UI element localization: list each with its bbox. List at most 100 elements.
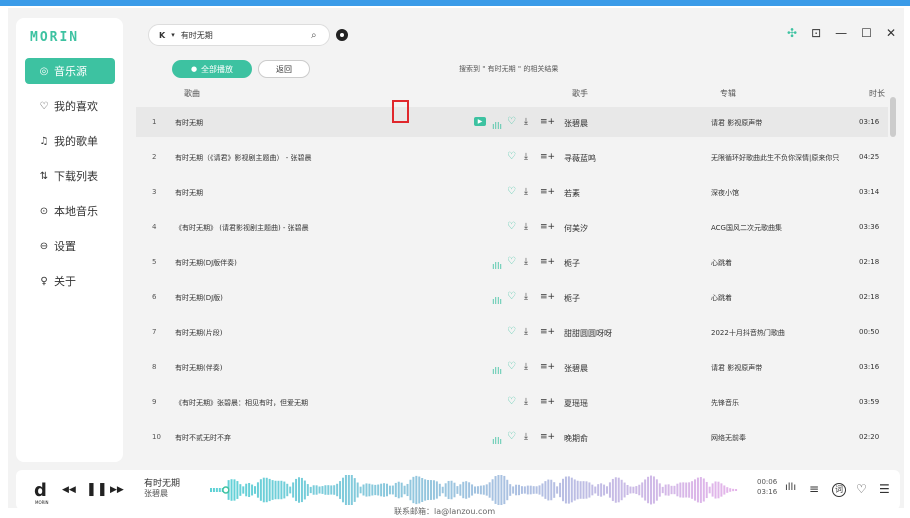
download-icon[interactable]: ⤓ bbox=[524, 360, 528, 374]
sidebar-item-settings[interactable]: ⊖ 设置 bbox=[25, 233, 115, 259]
song-artist[interactable]: 栀子 bbox=[564, 293, 580, 304]
song-album[interactable]: 网络无前奉 bbox=[711, 433, 746, 443]
song-title[interactable]: 有时无期(片段) bbox=[175, 328, 222, 338]
song-artist[interactable]: 甜甜圆圆呀呀 bbox=[564, 328, 612, 339]
song-album[interactable]: 心跳着 bbox=[711, 258, 732, 268]
search-box[interactable]: K ▾ 有时无期 ⌕ bbox=[148, 24, 330, 46]
record-icon[interactable] bbox=[336, 29, 348, 41]
source-selector[interactable]: K bbox=[149, 31, 171, 40]
song-title[interactable]: 有时无期(DJ版伴奏) bbox=[175, 258, 237, 268]
add-to-playlist-icon[interactable]: ≡+ bbox=[540, 325, 555, 339]
table-row[interactable]: 5 有时无期(DJ版伴奏) ıllı ♡ ⤓ ≡+ 栀子 心跳着 02:18 bbox=[136, 247, 888, 277]
close-button[interactable]: ✕ bbox=[886, 26, 896, 40]
table-row[interactable]: 1 有时无期 ▶ ıllı ♡ ⤓ ≡+ 张碧晨 请君 影视原声带 03:16 bbox=[136, 107, 888, 137]
song-artist[interactable]: 栀子 bbox=[564, 258, 580, 269]
table-row[interactable]: 7 有时无期(片段) ♡ ⤓ ≡+ 甜甜圆圆呀呀 2022十月抖音热门歌曲 00:50 bbox=[136, 317, 888, 347]
download-icon[interactable]: ⤓ bbox=[524, 150, 528, 164]
song-title[interactable]: 有时不贰无时不弃 bbox=[175, 433, 231, 443]
add-to-playlist-icon[interactable]: ≡+ bbox=[540, 185, 555, 199]
download-icon[interactable]: ⤓ bbox=[524, 395, 528, 409]
download-icon[interactable]: ⤓ bbox=[524, 430, 528, 444]
minimize-button[interactable]: — bbox=[835, 26, 847, 40]
add-to-playlist-icon[interactable]: ≡+ bbox=[540, 430, 555, 444]
song-album[interactable]: 2022十月抖音热门歌曲 bbox=[711, 328, 785, 338]
song-artist[interactable]: 夏瑶瑶 bbox=[564, 398, 588, 409]
add-to-playlist-icon[interactable]: ≡+ bbox=[540, 290, 555, 304]
add-to-playlist-icon[interactable]: ≡+ bbox=[540, 115, 555, 129]
table-row[interactable]: 11《有时无期》张碧晨♡⤓≡+李莉莉开心推荐精选03:06 bbox=[136, 457, 888, 462]
download-icon[interactable]: ⤓ bbox=[524, 115, 528, 129]
cover-logo[interactable]: d bbox=[34, 480, 47, 501]
song-album[interactable]: 心跳着 bbox=[711, 293, 732, 303]
prev-button[interactable]: ◀◀ bbox=[62, 485, 76, 495]
song-artist[interactable]: 何美汐 bbox=[564, 223, 588, 234]
back-button[interactable]: 返回 bbox=[258, 60, 310, 78]
song-artist[interactable]: 张碧晨 bbox=[564, 363, 588, 374]
waveform-progress[interactable] bbox=[204, 475, 744, 505]
add-to-playlist-icon[interactable]: ≡+ bbox=[540, 150, 555, 164]
scrollbar[interactable] bbox=[890, 97, 896, 137]
sidebar-item-local-music[interactable]: ⊙ 本地音乐 bbox=[25, 198, 115, 224]
download-icon[interactable]: ⤓ bbox=[524, 220, 528, 234]
chevron-down-icon[interactable]: ▾ bbox=[171, 31, 175, 39]
heart-icon[interactable]: ♡ bbox=[507, 395, 516, 409]
table-row[interactable]: 3 有时无期 ♡ ⤓ ≡+ 若素 深夜小馆 03:14 bbox=[136, 177, 888, 207]
song-album[interactable]: 先锋音乐 bbox=[711, 398, 739, 408]
song-artist[interactable]: 寻薇蓝鸣 bbox=[564, 153, 596, 164]
add-to-playlist-icon[interactable]: ≡+ bbox=[540, 395, 555, 409]
mini-mode-icon[interactable]: ⊡ bbox=[811, 26, 821, 40]
next-button[interactable]: ▶▶ bbox=[110, 485, 124, 495]
download-icon[interactable]: ⤓ bbox=[524, 255, 528, 269]
heart-icon[interactable]: ♡ bbox=[507, 150, 516, 164]
song-title[interactable]: 有时无期（《请君》影视剧主题曲） - 张碧晨 bbox=[175, 153, 311, 163]
song-album[interactable]: 请君 影视原声带 bbox=[711, 363, 762, 373]
menu-icon[interactable]: ☰ bbox=[879, 482, 890, 496]
song-artist[interactable]: 晚期俞 bbox=[564, 433, 588, 444]
heart-icon[interactable]: ♡ bbox=[507, 115, 516, 129]
table-row[interactable]: 4 《有时无期》 (请君影视剧主题曲) - 张碧晨 ♡ ⤓ ≡+ 何美汐 ACG国风二次元歌… bbox=[136, 212, 888, 242]
song-title[interactable]: 有时无期(DJ版) bbox=[175, 293, 223, 303]
heart-icon[interactable]: ♡ bbox=[507, 220, 516, 234]
sidebar-item-music-source[interactable]: ◎ 音乐源 bbox=[25, 58, 115, 84]
heart-icon[interactable]: ♡ bbox=[507, 255, 516, 269]
search-icon[interactable]: ⌕ bbox=[311, 30, 329, 41]
maximize-button[interactable]: ☐ bbox=[861, 26, 872, 40]
lyrics-icon[interactable]: 词 bbox=[832, 483, 846, 497]
heart-icon[interactable]: ♡ bbox=[507, 290, 516, 304]
heart-icon[interactable]: ♡ bbox=[507, 430, 516, 444]
song-title[interactable]: 《有时无期》 (请君影视剧主题曲) - 张碧晨 bbox=[175, 223, 309, 233]
mv-icon[interactable]: ▶ bbox=[474, 117, 486, 126]
progress-handle[interactable] bbox=[222, 486, 230, 494]
song-artist[interactable]: 若素 bbox=[564, 188, 580, 199]
heart-icon[interactable]: ♡ bbox=[856, 482, 867, 496]
table-row[interactable]: 6 有时无期(DJ版) ıllı ♡ ⤓ ≡+ 栀子 心跳着 02:18 bbox=[136, 282, 888, 312]
song-album[interactable]: ACG国风二次元歌曲集 bbox=[711, 223, 782, 233]
sidebar-item-about[interactable]: ♀ 关于 bbox=[25, 268, 115, 294]
sidebar-item-playlists[interactable]: ♫ 我的歌单 bbox=[25, 128, 115, 154]
song-album[interactable]: 深夜小馆 bbox=[711, 188, 739, 198]
song-artist[interactable]: 张碧晨 bbox=[564, 118, 588, 129]
playlist-queue-icon[interactable]: ≡ bbox=[809, 482, 819, 496]
table-row[interactable]: 8 有时无期(伴奏) ıllı ♡ ⤓ ≡+ 张碧晨 请君 影视原声带 03:16 bbox=[136, 352, 888, 382]
heart-icon[interactable]: ♡ bbox=[507, 360, 516, 374]
add-to-playlist-icon[interactable]: ≡+ bbox=[540, 360, 555, 374]
sidebar-item-favorites[interactable]: ♡ 我的喜欢 bbox=[25, 93, 115, 119]
download-icon[interactable]: ⤓ bbox=[524, 185, 528, 199]
table-row[interactable]: 2 有时无期（《请君》影视剧主题曲） - 张碧晨 ♡ ⤓ ≡+ 寻薇蓝鸣 无限循环好歌曲此生… bbox=[136, 142, 888, 172]
heart-icon[interactable]: ♡ bbox=[507, 185, 516, 199]
sidebar-item-downloads[interactable]: ⇅ 下载列表 bbox=[25, 163, 115, 189]
heart-icon[interactable]: ♡ bbox=[507, 325, 516, 339]
play-all-button[interactable]: ● 全部播放 bbox=[172, 60, 252, 78]
song-title[interactable]: 有时无期(伴奏) bbox=[175, 363, 222, 373]
table-row[interactable]: 9 《有时无期》张碧晨：相见有时，但爱无期 ♡ ⤓ ≡+ 夏瑶瑶 先锋音乐 03:59 bbox=[136, 387, 888, 417]
download-icon[interactable]: ⤓ bbox=[524, 290, 528, 304]
song-title[interactable]: 《有时无期》张碧晨：相见有时，但爱无期 bbox=[175, 398, 308, 408]
download-icon[interactable]: ⤓ bbox=[524, 325, 528, 339]
song-title[interactable]: 有时无期 bbox=[175, 118, 203, 128]
song-album[interactable]: 无限循环好歌曲此生不负你深情|原来你只 bbox=[711, 153, 839, 163]
song-title[interactable]: 有时无期 bbox=[175, 188, 203, 198]
search-input[interactable]: 有时无期 bbox=[181, 30, 311, 41]
pause-button[interactable]: ❚❚ bbox=[86, 482, 108, 497]
table-row[interactable]: 10 有时不贰无时不弃 ıllı ♡ ⤓ ≡+ 晚期俞 网络无前奉 02:20 bbox=[136, 422, 888, 452]
theme-icon[interactable]: ✣ bbox=[787, 26, 797, 40]
